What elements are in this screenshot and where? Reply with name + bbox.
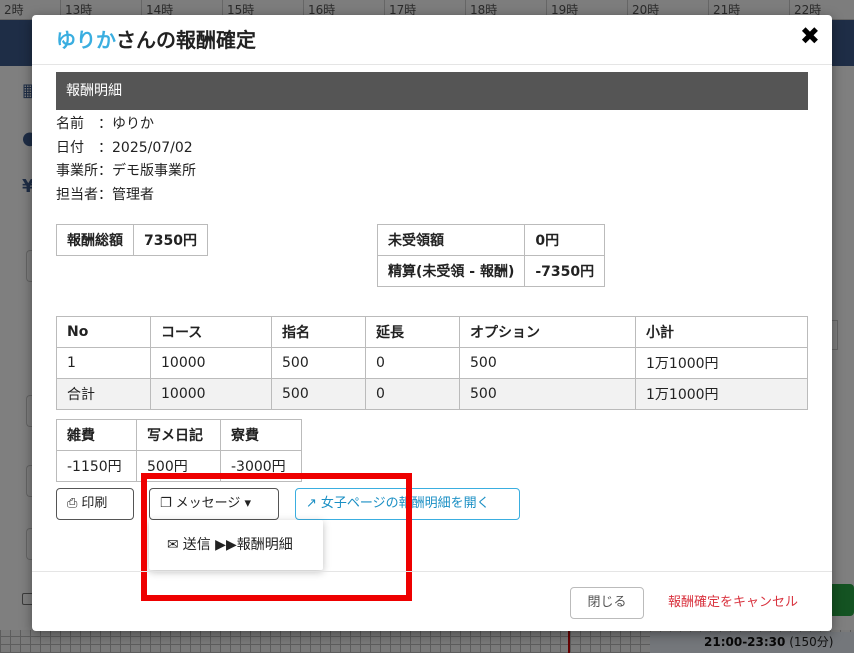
table-cell: 500 bbox=[459, 347, 636, 379]
modal-footer: 閉じる 報酬確定をキャンセル bbox=[32, 571, 832, 631]
table-cell: -1150円 bbox=[56, 450, 137, 482]
col-header: 雑費 bbox=[56, 419, 137, 451]
reward-info: 名前 ：ゆりか 日付 ：2025/07/02 事業所：デモ版事業所 担当者：管理… bbox=[56, 113, 196, 207]
table-cell: 1万1000円 bbox=[635, 347, 808, 379]
col-header: 延長 bbox=[365, 316, 460, 348]
modal-header: ゆりかさんの報酬確定 ✖ bbox=[32, 15, 832, 65]
col-header: 小計 bbox=[635, 316, 808, 348]
settlement-label: 精算(未受領 - 報酬) bbox=[376, 255, 526, 287]
detail-table: No コース 指名 延長 オプション 小計 1 10000 500 0 500 … bbox=[56, 316, 808, 410]
col-header: No bbox=[56, 316, 151, 348]
table-cell: 10000 bbox=[150, 347, 272, 379]
table-cell: 0 bbox=[365, 347, 460, 379]
col-header: 寮費 bbox=[220, 419, 302, 451]
section-title: 報酬明細 bbox=[56, 72, 808, 110]
col-header: オプション bbox=[459, 316, 636, 348]
info-name: 名前 ：ゆりか bbox=[56, 116, 154, 132]
print-icon: ⎙ bbox=[67, 496, 78, 511]
table-row: 1 10000 500 0 500 1万1000円 bbox=[56, 347, 808, 379]
print-button[interactable]: ⎙ 印刷 bbox=[56, 488, 134, 520]
unpaid-value: 0円 bbox=[524, 224, 606, 256]
total-label: 報酬総額 bbox=[56, 224, 134, 256]
cast-name: ゆりか bbox=[56, 28, 116, 52]
total-table: 報酬総額 7350円 bbox=[56, 224, 208, 256]
reward-confirm-modal: ゆりかさんの報酬確定 ✖ 報酬明細 名前 ：ゆりか 日付 ：2025/07/02… bbox=[32, 15, 832, 631]
cancel-confirm-link[interactable]: 報酬確定をキャンセル bbox=[668, 587, 798, 619]
table-row: 報酬総額 7350円 bbox=[56, 224, 208, 256]
unpaid-table: 未受領額 0円 精算(未受領 - 報酬) -7350円 bbox=[376, 224, 606, 287]
print-label: 印刷 bbox=[81, 496, 108, 511]
info-office: 事業所：デモ版事業所 bbox=[56, 163, 196, 179]
col-header: 指名 bbox=[271, 316, 366, 348]
table-cell: 1 bbox=[56, 347, 151, 379]
close-icon[interactable]: ✖ bbox=[800, 23, 820, 49]
table-cell: 合計 bbox=[56, 378, 151, 410]
table-row: 精算(未受領 - 報酬) -7350円 bbox=[376, 255, 606, 287]
info-date: 日付 ：2025/07/02 bbox=[56, 139, 193, 156]
close-button[interactable]: 閉じる bbox=[570, 587, 644, 619]
table-row: 未受領額 0円 bbox=[376, 224, 606, 256]
title-suffix: さんの報酬確定 bbox=[116, 28, 256, 52]
table-header-row: No コース 指名 延長 オプション 小計 bbox=[56, 316, 808, 348]
table-cell: 0 bbox=[365, 378, 460, 410]
settlement-value: -7350円 bbox=[524, 255, 606, 287]
table-cell: 500 bbox=[271, 347, 366, 379]
table-row-total: 合計 10000 500 0 500 1万1000円 bbox=[56, 378, 808, 410]
info-staff: 担当者：管理者 bbox=[56, 186, 154, 203]
col-header: 写メ日記 bbox=[136, 419, 221, 451]
table-cell: 1万1000円 bbox=[635, 378, 808, 410]
total-value: 7350円 bbox=[133, 224, 208, 256]
table-cell: 10000 bbox=[150, 378, 272, 410]
table-header-row: 雑費 写メ日記 寮費 bbox=[56, 419, 302, 451]
table-cell: 500 bbox=[459, 378, 636, 410]
unpaid-label: 未受領額 bbox=[376, 224, 526, 256]
table-cell: 500 bbox=[271, 378, 366, 410]
col-header: コース bbox=[150, 316, 272, 348]
modal-title: ゆりかさんの報酬確定 bbox=[56, 25, 808, 55]
